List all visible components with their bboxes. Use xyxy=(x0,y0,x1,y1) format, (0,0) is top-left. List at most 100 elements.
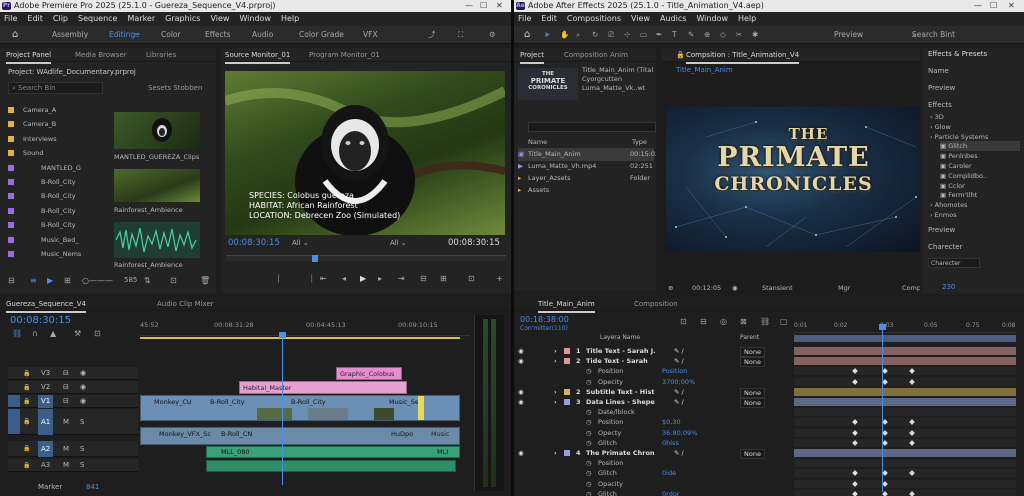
lock-icon[interactable]: 🔒 xyxy=(676,48,685,62)
mask-tool-icon[interactable]: ▭ xyxy=(640,26,647,44)
zoom-tool-icon[interactable]: ⌕ xyxy=(576,26,580,44)
linked-icon[interactable]: ∩ xyxy=(32,329,38,338)
effect-tree-item[interactable]: ▣ Ferm'tlht xyxy=(940,190,977,200)
eye-icon[interactable]: ◉ xyxy=(80,367,86,380)
chevron-right-icon[interactable]: › xyxy=(554,346,557,356)
tab-composition-anim[interactable]: Composition Anim xyxy=(564,48,628,62)
fullscreen-icon[interactable]: ⛶ xyxy=(458,26,463,44)
label-color-swatch[interactable] xyxy=(564,358,570,365)
ae-layer-property[interactable]: ◷ Position Position xyxy=(518,366,792,376)
ae-layer-property[interactable]: ◷ Glitch 0rdor xyxy=(518,489,792,496)
menu-audics[interactable]: Audics xyxy=(660,14,686,23)
fit-select[interactable]: All ⌄ xyxy=(292,237,309,250)
solo-icon[interactable]: S xyxy=(80,459,84,472)
effect-tree-item[interactable]: ▣ Complidbo.. xyxy=(940,171,987,181)
ae-layer[interactable]: ◉ › 4 The Primate Chron ✎ / None xyxy=(518,448,792,459)
property-value[interactable]: 0hiss xyxy=(662,438,679,448)
export-frame-icon[interactable]: ⊡ xyxy=(468,274,475,283)
mute-icon[interactable]: M xyxy=(63,409,69,435)
layer-bar[interactable] xyxy=(794,398,1016,406)
project-item[interactable]: B-Roll_City xyxy=(8,205,76,218)
tab-sequence[interactable]: Guereza_Sequence_V4 xyxy=(6,297,86,313)
toggle-output-icon[interactable]: ⊟ xyxy=(63,381,69,394)
ae-project-item[interactable]: ▸ Assets xyxy=(518,184,654,197)
ae-layer-property[interactable]: ◷ Glitch 0ide xyxy=(518,468,792,478)
effect-tree-item[interactable]: ▣ Caroler xyxy=(940,161,972,171)
property-value[interactable]: 36:80;09% xyxy=(662,428,697,438)
pan-tool-icon[interactable]: ⊹ xyxy=(624,26,630,44)
project-item[interactable]: B-Roll_City xyxy=(8,219,76,232)
chevron-right-icon[interactable]: › xyxy=(554,356,557,366)
caption-icon[interactable]: ⊡ xyxy=(94,329,101,338)
project-thumbnail[interactable]: THE PRIMATE CORONICLES xyxy=(518,68,578,100)
ae-layer-property[interactable]: ◷ Opacity xyxy=(518,479,792,489)
menu-clip[interactable]: Clip xyxy=(53,14,68,23)
scrub-bar[interactable] xyxy=(226,255,506,262)
property-value[interactable]: Position xyxy=(662,366,687,376)
mask-icon[interactable]: ▢ xyxy=(780,317,788,326)
sort-icon[interactable]: ⇅ xyxy=(144,276,151,285)
roto-tool-icon[interactable]: ✂ xyxy=(736,26,742,44)
stopwatch-icon[interactable]: ◷ xyxy=(586,468,592,478)
comp-footer-comp[interactable]: Comp xyxy=(902,282,920,293)
menu-marker[interactable]: Marker xyxy=(127,14,155,23)
workspace-effects[interactable]: Effects xyxy=(205,26,231,44)
clip-audio-mll[interactable]: MLL_080 MLI xyxy=(206,446,460,458)
project-item[interactable]: Music_Bed_ xyxy=(8,234,79,247)
clip-habitat-master[interactable]: Habital_Master xyxy=(239,381,407,394)
project-item[interactable]: Sound xyxy=(8,147,43,160)
freeform-icon[interactable]: ⊞ xyxy=(64,276,71,285)
link-icon[interactable]: ⛓ xyxy=(760,317,770,326)
thumb-waveform[interactable] xyxy=(114,222,200,258)
pen-icon[interactable]: ✎ / xyxy=(674,356,684,366)
menu-edit[interactable]: Edit xyxy=(27,14,43,23)
effect-tree-item[interactable]: ▣ Glitch xyxy=(940,141,1020,152)
pen-icon[interactable]: ✎ / xyxy=(674,397,684,407)
toggle-output-icon[interactable]: ⊟ xyxy=(63,395,69,408)
graph-icon[interactable]: ⊠ xyxy=(740,317,747,326)
new-item-icon[interactable]: ⊡ xyxy=(170,276,177,285)
toolbar-preview[interactable]: Preview xyxy=(834,26,863,44)
effect-tree-item[interactable]: › Enmos xyxy=(930,210,957,220)
snap-icon[interactable]: ⛓ xyxy=(12,329,22,338)
menu-edit[interactable]: Edit xyxy=(541,14,557,23)
track-header[interactable]: 🔒 V2 ⊟ ◉ xyxy=(8,381,138,394)
track-header[interactable]: 🔒 A2 M S xyxy=(8,441,138,457)
effect-tree-item[interactable]: › Ahomotes xyxy=(930,200,967,210)
pen-icon[interactable]: ✎ / xyxy=(674,448,684,458)
lock-icon[interactable]: 🔒 xyxy=(23,409,30,435)
layer-bar[interactable] xyxy=(794,357,1016,366)
mark-out-icon[interactable]: ⎹ xyxy=(304,274,312,284)
close-icon[interactable]: ✕ xyxy=(1008,0,1015,12)
effect-tree-item[interactable]: ▣ Cclor xyxy=(940,181,965,191)
tab-media-browser[interactable]: Media Browser xyxy=(75,48,127,62)
tab-audio-clip-mixer[interactable]: Audio Clip Mixer xyxy=(157,297,214,311)
list-view-icon[interactable]: ≡ xyxy=(30,276,37,285)
eye-icon[interactable]: ◉ xyxy=(518,448,524,458)
ae-layer[interactable]: ◉ › 2 Tide Text - Sarah ✎ / None xyxy=(518,356,792,368)
solo-icon[interactable]: S xyxy=(80,441,84,457)
camera-icon[interactable]: ◉ xyxy=(732,282,738,293)
pen-tool-icon[interactable]: ✒ xyxy=(656,26,662,44)
ae-layer-property[interactable]: ◷ Position $0,30 xyxy=(518,417,792,427)
track-header[interactable]: 🔒 A3 M S xyxy=(8,459,138,472)
ae-layer-property[interactable]: ◷ Date/lblock xyxy=(518,407,792,417)
maximize-icon[interactable]: ☐ xyxy=(990,0,997,12)
playhead-handle-icon[interactable] xyxy=(879,324,886,330)
work-area-bar[interactable] xyxy=(794,335,1016,342)
menu-view[interactable]: View xyxy=(210,14,229,23)
workspace-menu-icon[interactable]: ≡ xyxy=(134,26,140,44)
project-item[interactable]: B-Roll_City xyxy=(8,176,76,189)
source-patch-icon[interactable] xyxy=(8,395,20,407)
track-header[interactable]: 🔒 V1 ⊟ ◉ xyxy=(8,395,138,408)
work-area-bar[interactable] xyxy=(140,337,460,339)
selection-tool-icon[interactable]: ➤ xyxy=(544,26,550,44)
go-to-out-icon[interactable]: ⇥ xyxy=(398,274,405,283)
marker-add-icon[interactable]: ▲ xyxy=(50,329,56,338)
lock-icon[interactable]: ⊟ xyxy=(8,276,15,285)
stopwatch-icon[interactable]: ◷ xyxy=(586,377,592,387)
text-tool-icon[interactable]: T xyxy=(672,26,677,44)
chevron-right-icon[interactable]: › xyxy=(554,448,557,458)
ae-project-search[interactable] xyxy=(528,122,656,132)
font-select[interactable]: Charecter xyxy=(928,258,980,268)
